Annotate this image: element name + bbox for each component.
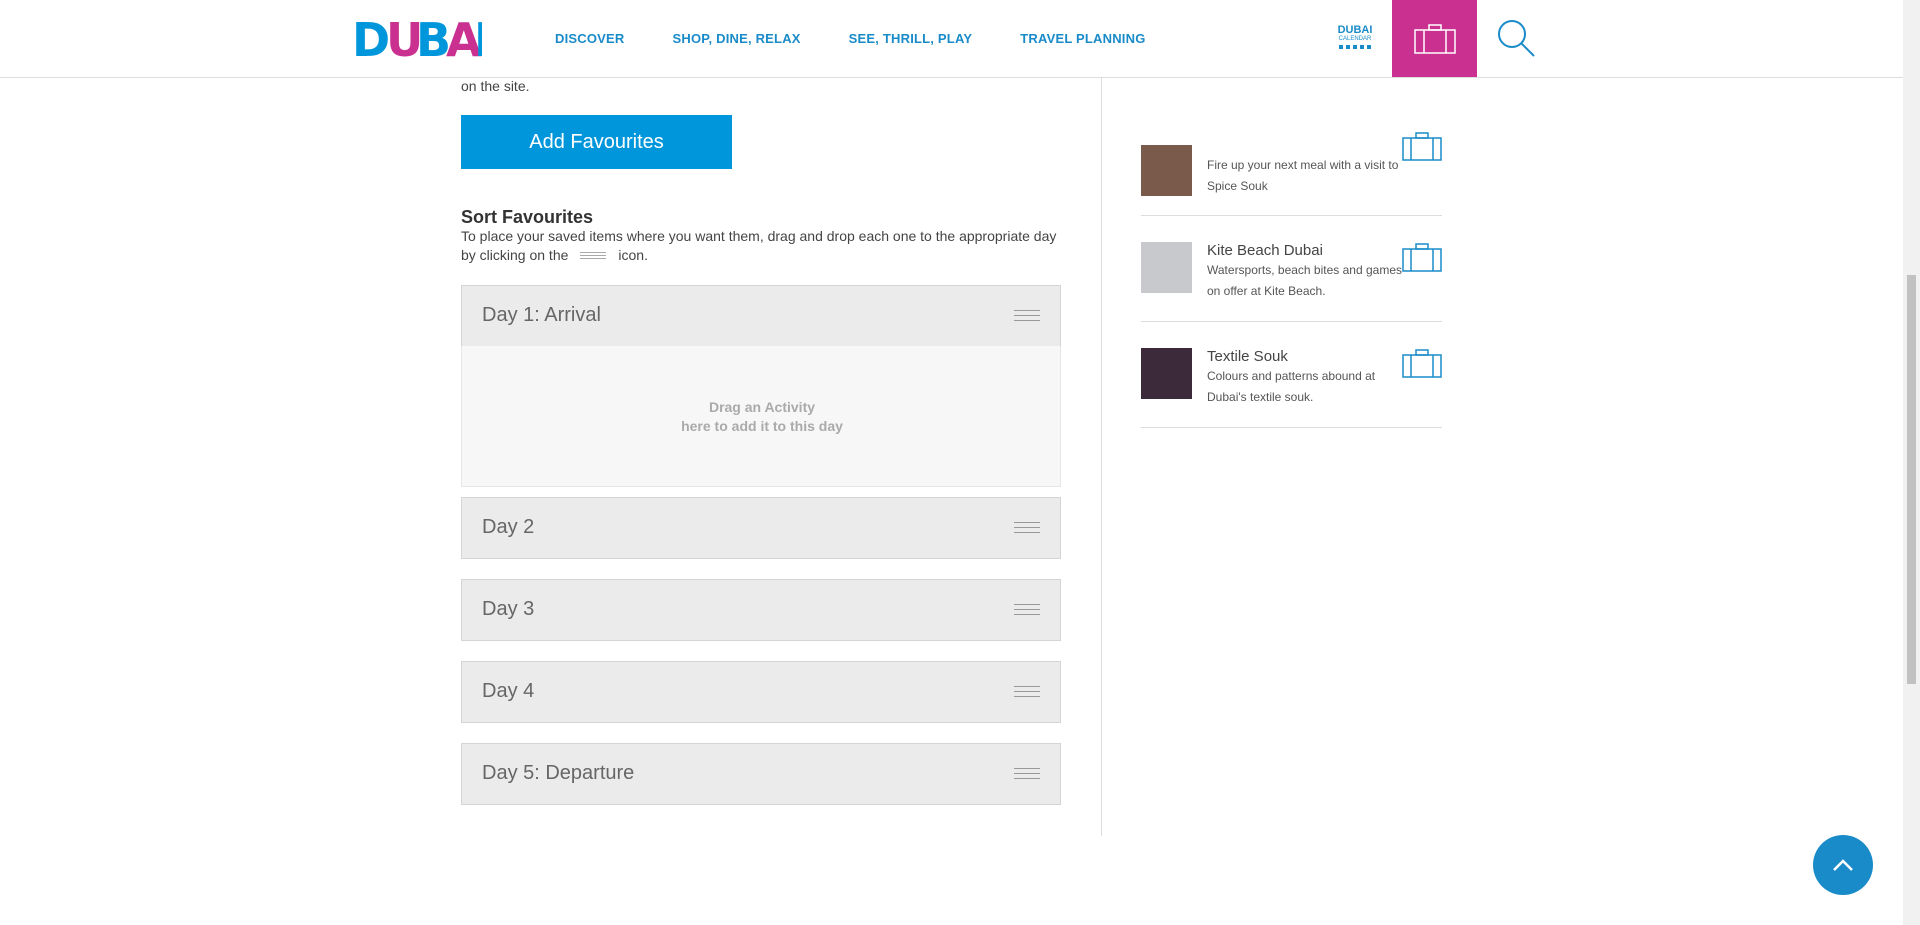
day-3-panel[interactable]: Day 3 xyxy=(461,579,1061,641)
calendar-dots xyxy=(1333,45,1377,49)
back-to-top-button[interactable] xyxy=(1813,835,1873,895)
day-label: Day 5: Departure xyxy=(482,762,635,784)
day-2-panel[interactable]: Day 2 xyxy=(461,497,1061,559)
chevron-up-icon xyxy=(1833,859,1853,871)
dropzone-line-1: Drag an Activity xyxy=(708,399,816,415)
svg-text:I: I xyxy=(474,14,482,64)
drag-handle-icon[interactable] xyxy=(1014,768,1040,780)
svg-text:D: D xyxy=(352,14,388,64)
column-divider xyxy=(1101,78,1102,836)
day-label: Day 3 xyxy=(482,598,535,620)
item-description: Watersports, beach bites and games on of… xyxy=(1207,263,1402,298)
sort-favourites-description: To place your saved items where you want… xyxy=(461,227,1061,265)
item-description: Fire up your next meal with a visit to S… xyxy=(1207,158,1399,193)
dropzone-text: Drag an Activity here to add it to this … xyxy=(462,398,1062,436)
day-4-panel[interactable]: Day 4 xyxy=(461,661,1061,723)
item-description: Colours and patterns abound at Dubai's t… xyxy=(1207,369,1376,404)
day-label: Day 4 xyxy=(482,680,535,702)
favourites-suitcase-button[interactable] xyxy=(1392,0,1477,77)
drag-handle-icon xyxy=(580,251,607,261)
scrollbar-thumb[interactable] xyxy=(1907,275,1916,684)
add-favourites-button[interactable]: Add Favourites xyxy=(461,115,732,169)
suitcase-icon[interactable] xyxy=(1402,243,1442,273)
sidebar-item-textile-souk: Textile Souk Colours and patterns abound… xyxy=(1141,322,1442,428)
site-header: D U B A I DISCOVER SHOP, DINE, RELAX SEE… xyxy=(0,0,1903,78)
search-button[interactable] xyxy=(1492,14,1540,62)
drag-handle-icon[interactable] xyxy=(1014,604,1040,616)
day-5-panel[interactable]: Day 5: Departure xyxy=(461,743,1061,805)
dubai-calendar-link[interactable]: DUBAI CALENDAR xyxy=(1333,24,1377,49)
day-1-dropzone[interactable]: Drag an Activity here to add it to this … xyxy=(461,346,1061,487)
sort-desc-text-end: icon. xyxy=(618,247,648,263)
textile-souk-thumbnail[interactable] xyxy=(1141,348,1192,399)
item-title[interactable]: Kite Beach Dubai xyxy=(1207,242,1323,259)
page-scrollbar[interactable] xyxy=(1903,0,1920,925)
search-icon xyxy=(1498,20,1535,57)
nav-see-thrill-play[interactable]: SEE, THRILL, PLAY xyxy=(849,31,973,46)
intro-text: on the site. xyxy=(461,78,530,94)
main-nav: DISCOVER SHOP, DINE, RELAX SEE, THRILL, … xyxy=(555,31,1194,46)
kite-beach-thumbnail[interactable] xyxy=(1141,242,1192,293)
sidebar-item-kite-beach: Kite Beach Dubai Watersports, beach bite… xyxy=(1141,216,1442,322)
sort-favourites-title: Sort Favourites xyxy=(461,207,594,227)
dubai-logo[interactable]: D U B A I xyxy=(352,13,491,67)
dropzone-line-2: here to add it to this day xyxy=(681,418,843,434)
spice-souk-thumbnail[interactable] xyxy=(1141,145,1192,196)
item-title[interactable]: Textile Souk xyxy=(1207,348,1288,365)
drag-handle-icon[interactable] xyxy=(1014,686,1040,698)
nav-discover[interactable]: DISCOVER xyxy=(555,31,625,46)
suitcase-icon[interactable] xyxy=(1402,132,1442,162)
drag-handle-icon[interactable] xyxy=(1014,310,1040,322)
drag-handle-icon[interactable] xyxy=(1014,522,1040,534)
sort-desc-text: To place your saved items where you want… xyxy=(461,228,1057,263)
nav-travel-planning[interactable]: TRAVEL PLANNING xyxy=(1020,31,1145,46)
calendar-subtitle: CALENDAR xyxy=(1338,36,1372,42)
day-label: Day 2 xyxy=(482,516,535,538)
suitcase-icon xyxy=(1413,23,1456,54)
suitcase-icon[interactable] xyxy=(1402,349,1442,379)
day-1-panel[interactable]: Day 1: Arrival xyxy=(461,285,1061,347)
nav-shop-dine-relax[interactable]: SHOP, DINE, RELAX xyxy=(673,31,801,46)
calendar-title: DUBAI xyxy=(1337,24,1373,36)
day-label: Day 1: Arrival xyxy=(482,304,601,326)
